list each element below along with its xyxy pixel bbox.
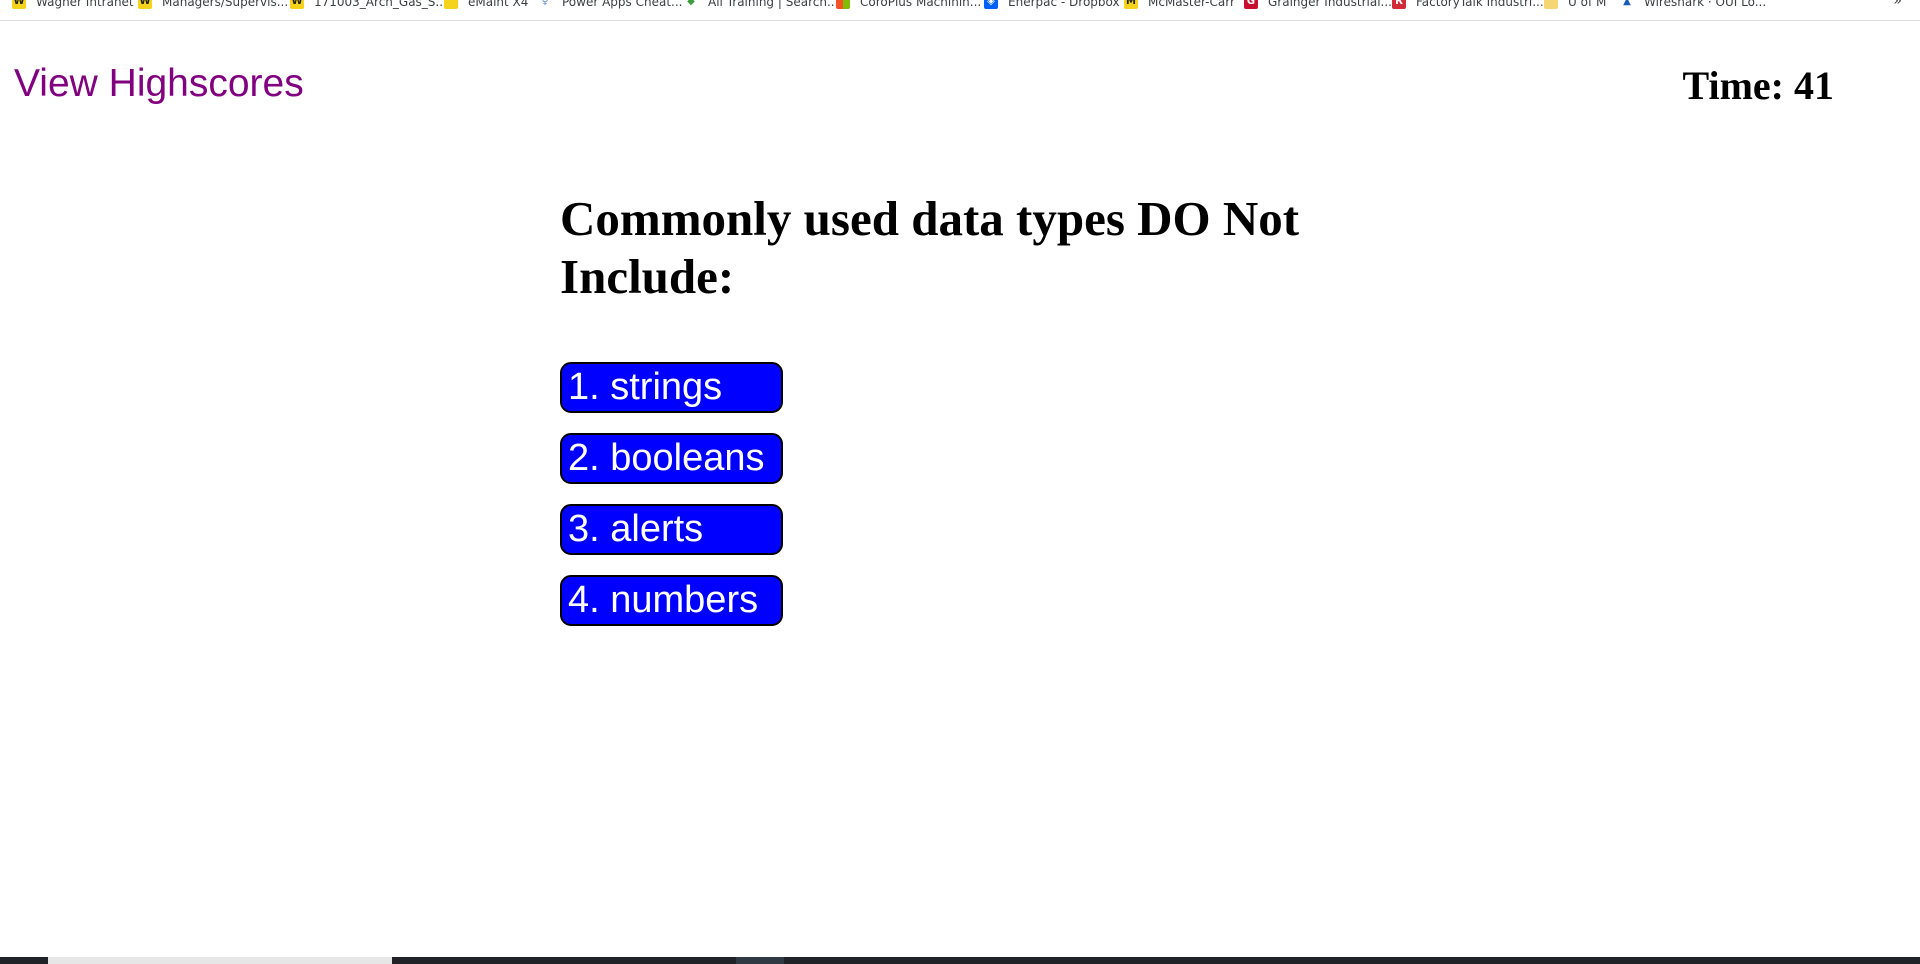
bookmark-wagner-intranet[interactable]: W Wagner Intranet [12, 0, 134, 10]
bookmark-label: CoroPlus Machinin... [860, 0, 982, 9]
bookmark-all-training[interactable]: ◆ All Training | Search... [684, 0, 838, 10]
bookmark-wireshark[interactable]: ▲ Wireshark · OUI Lo... [1620, 0, 1766, 10]
bookmark-label: Wagner Intranet [36, 0, 134, 9]
grainger-icon: G [1244, 0, 1258, 9]
bookmark-label: FactoryTalk Industri... [1416, 0, 1544, 9]
timer-value: 41 [1794, 63, 1834, 108]
choice-button-1[interactable]: 1. strings [560, 362, 783, 413]
choice-button-2[interactable]: 2. booleans [560, 433, 783, 484]
choice-list: 1. strings 2. booleans 3. alerts 4. numb… [560, 362, 1360, 626]
taskbar [0, 957, 1920, 964]
w-logo-icon: W [290, 0, 304, 9]
wireshark-icon: ▲ [1623, 0, 1631, 7]
bookmark-label: eMaint X4 [468, 0, 529, 9]
bookmark-u-of-m[interactable]: U of M [1544, 0, 1606, 10]
bookmark-arch-gas[interactable]: W 171003_Arch_Gas_S... [290, 0, 447, 10]
w-logo-icon: W [12, 0, 26, 9]
bulb-icon: ♀ [541, 0, 549, 7]
m-logo-icon: M [1124, 0, 1138, 9]
bookmark-label: Enerpac - Dropbox [1008, 0, 1120, 9]
quiz-card: Commonly used data types DO Not Include:… [560, 190, 1360, 646]
folder-icon [1544, 0, 1558, 9]
choice-button-3[interactable]: 3. alerts [560, 504, 783, 555]
microsoft-icon [836, 0, 850, 9]
stack-icon: ◆ [687, 0, 695, 7]
bookmark-label: Managers/Supervis... [162, 0, 289, 9]
view-highscores-link[interactable]: View Highscores [14, 62, 304, 106]
timer-label: Time: [1682, 63, 1784, 108]
bookmark-grainger[interactable]: G Grainger Industrial... [1244, 0, 1392, 10]
bookmark-emaint[interactable]: eMaint X4 [444, 0, 528, 10]
bookmark-mcmaster[interactable]: M McMaster-Carr [1124, 0, 1235, 10]
taskbar-item[interactable] [736, 957, 784, 964]
bookmark-managers[interactable]: W Managers/Supervis... [138, 0, 288, 10]
bookmarks-bar: W Wagner Intranet W Managers/Supervis...… [0, 0, 1920, 21]
taskbar-active-item[interactable] [48, 957, 392, 964]
bookmark-coroplus[interactable]: CoroPlus Machinin... [836, 0, 981, 10]
bookmark-factorytalk[interactable]: R FactoryTalk Industri... [1392, 0, 1544, 10]
bookmark-label: Power Apps Cheat... [562, 0, 683, 9]
bookmark-label: All Training | Search... [708, 0, 839, 9]
bookmark-label: 171003_Arch_Gas_S... [314, 0, 447, 9]
bookmark-enerpac[interactable]: ◈ Enerpac - Dropbox [984, 0, 1120, 10]
doc-icon [444, 0, 458, 9]
bookmark-label: Grainger Industrial... [1268, 0, 1392, 9]
dropbox-icon: ◈ [984, 0, 998, 9]
bookmark-label: McMaster-Carr [1148, 0, 1235, 9]
bookmark-label: U of M [1568, 0, 1607, 9]
question-text: Commonly used data types DO Not Include: [560, 191, 1300, 304]
bookmark-power-apps[interactable]: ♀ Power Apps Cheat... [538, 0, 682, 10]
timer: Time: 41 [1683, 62, 1834, 109]
choice-button-4[interactable]: 4. numbers [560, 575, 783, 626]
bookmark-label: Wireshark · OUI Lo... [1644, 0, 1767, 9]
bookmarks-overflow-button[interactable]: » [1893, 0, 1902, 9]
w-logo-icon: W [138, 0, 152, 9]
ra-icon: R [1392, 0, 1406, 9]
